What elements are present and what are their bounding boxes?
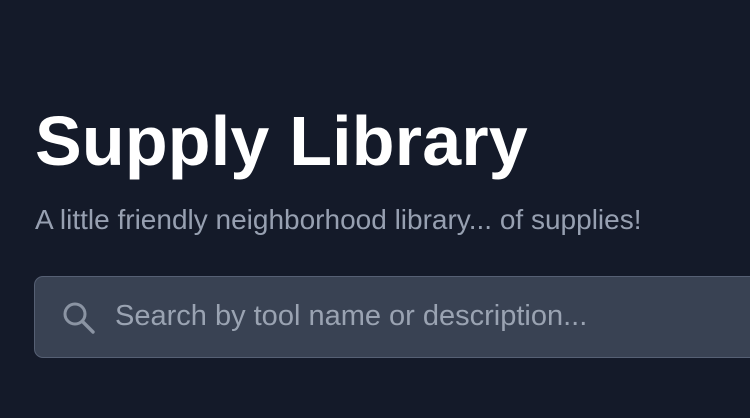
- search-box[interactable]: [34, 276, 750, 358]
- page-subtitle: A little friendly neighborhood library..…: [35, 204, 642, 235]
- search-icon: [63, 302, 95, 334]
- page: Supply Library A little friendly neighbo…: [0, 0, 750, 418]
- page-title: Supply Library: [35, 102, 528, 180]
- search-input[interactable]: [115, 277, 750, 356]
